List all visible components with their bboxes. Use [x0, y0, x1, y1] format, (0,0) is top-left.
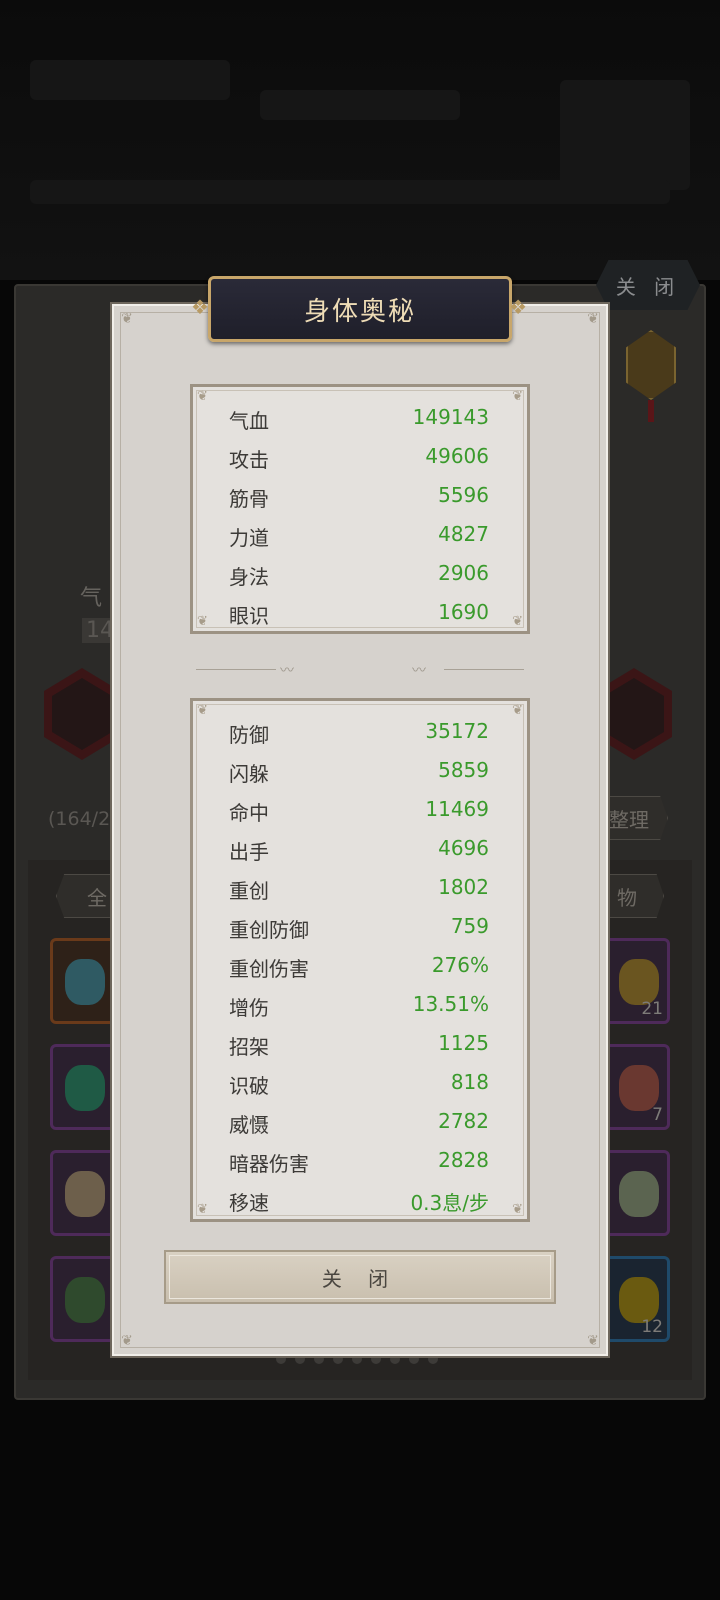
corner-ornament-icon: ❦	[587, 1333, 599, 1349]
inventory-slot[interactable]: 7	[604, 1044, 670, 1130]
inventory-slot[interactable]	[50, 1150, 116, 1236]
stat-row-hidden-weapon-damage: 暗器伤害 2828	[193, 1142, 527, 1181]
stat-row-strength: 力道 4827	[193, 516, 527, 555]
stat-value: 2828	[438, 1148, 489, 1172]
inventory-slot[interactable]	[50, 1256, 116, 1342]
stat-name: 攻击	[229, 448, 269, 472]
stat-value: 5596	[438, 483, 489, 507]
stat-name: 招架	[229, 1035, 269, 1059]
background-placeholder	[30, 60, 230, 100]
item-count: 21	[641, 999, 663, 1019]
stat-name: 增伤	[229, 996, 269, 1020]
jade-icon	[65, 1065, 105, 1111]
background-placeholder	[260, 90, 460, 120]
stat-value: 1125	[438, 1031, 489, 1055]
stat-row-hp: 气血 149143	[193, 399, 527, 438]
stat-row-speed: 出手 4696	[193, 830, 527, 869]
corner-ornament-icon: ❦	[121, 311, 133, 327]
dialog-title: 身体奥秘	[191, 276, 529, 342]
stat-name: 防御	[229, 723, 269, 747]
stat-name: 重创伤害	[229, 957, 309, 981]
background-close-button[interactable]: 关 闭	[596, 260, 700, 310]
stat-row-parry: 招架 1125	[193, 1025, 527, 1064]
secondary-stats-table: ❦ ❦ ❦ ❦ 防御 35172 闪躲 5859 命中 11469 出手 4696 重创…	[190, 698, 530, 1222]
corner-ornament-icon: ❦	[587, 311, 599, 327]
primary-stats-table: ❦ ❦ ❦ ❦ 气血 149143 攻击 49606 筋骨 5596 力道 4827 身…	[190, 384, 530, 634]
stat-name: 命中	[229, 801, 269, 825]
stat-name: 暗器伤害	[229, 1152, 309, 1176]
stat-name: 闪躲	[229, 762, 269, 786]
stat-row-dodge: 闪躲 5859	[193, 752, 527, 791]
stat-row-accuracy: 命中 11469	[193, 791, 527, 830]
divider-swirl-icon: 〰	[412, 663, 426, 679]
stat-value: 149143	[412, 405, 489, 429]
stat-row-move-speed: 移速 0.3息/步	[193, 1181, 527, 1220]
stat-row-constitution: 筋骨 5596	[193, 477, 527, 516]
stat-name: 威慑	[229, 1113, 269, 1137]
stat-row-critical-defense: 重创防御 759	[193, 908, 527, 947]
divider-line	[196, 669, 276, 670]
stat-value: 4696	[438, 836, 489, 860]
stat-value: 2906	[438, 561, 489, 585]
stat-value: 818	[450, 1070, 489, 1094]
stat-value: 35172	[425, 719, 489, 743]
stat-value: 11469	[425, 797, 489, 821]
stat-row-intimidation: 威慑 2782	[193, 1103, 527, 1142]
stat-row-critical-damage: 重创伤害 276%	[193, 947, 527, 986]
inventory-slot[interactable]	[50, 938, 116, 1024]
stat-row-damage-bonus: 增伤 13.51%	[193, 986, 527, 1025]
stat-value: 49606	[425, 444, 489, 468]
stat-row-attack: 攻击 49606	[193, 438, 527, 477]
stat-name: 移速	[229, 1191, 269, 1215]
stat-name: 筋骨	[229, 487, 269, 511]
stat-value: 1802	[438, 875, 489, 899]
stat-row-defense: 防御 35172	[193, 713, 527, 752]
orb-icon	[619, 1171, 659, 1217]
stat-value: 5859	[438, 758, 489, 782]
divider-line	[444, 669, 524, 670]
stat-row-critical: 重创 1802	[193, 869, 527, 908]
stat-name: 出手	[229, 840, 269, 864]
background-placeholder	[30, 180, 670, 204]
stat-row-see-through: 识破 818	[193, 1064, 527, 1103]
stat-value: 276%	[431, 953, 489, 977]
section-divider: 〰 〰	[196, 663, 524, 679]
gem-icon	[65, 959, 105, 1005]
herb-icon	[65, 1277, 105, 1323]
item-count: 7	[652, 1105, 663, 1125]
stat-row-insight: 眼识 1690	[193, 594, 527, 633]
stat-value: 2782	[438, 1109, 489, 1133]
inventory-slot[interactable]: 21	[604, 938, 670, 1024]
stat-name: 重创防御	[229, 918, 309, 942]
stat-value: 4827	[438, 522, 489, 546]
stat-name: 气血	[229, 409, 269, 433]
divider-swirl-icon: 〰	[280, 663, 294, 679]
inventory-slot[interactable]	[50, 1044, 116, 1130]
stat-value: 759	[450, 914, 489, 938]
hp-label: 气	[80, 586, 103, 611]
stat-row-agility: 身法 2906	[193, 555, 527, 594]
stat-name: 重创	[229, 879, 269, 903]
inventory-capacity: (164/2	[48, 808, 111, 830]
close-button[interactable]: 关 闭	[164, 1250, 556, 1304]
stat-name: 力道	[229, 526, 269, 550]
background-top-area	[0, 0, 720, 280]
corner-ornament-icon: ❦	[121, 1333, 133, 1349]
stat-value: 13.51%	[412, 992, 489, 1016]
stat-value: 1690	[438, 600, 489, 624]
background-placeholder	[560, 80, 690, 190]
stat-name: 身法	[229, 565, 269, 589]
stat-name: 眼识	[229, 604, 269, 628]
stat-value: 0.3息/步	[410, 1191, 489, 1215]
stat-name: 识破	[229, 1074, 269, 1098]
scroll-icon	[65, 1171, 105, 1217]
tassel-icon	[648, 400, 654, 422]
inventory-slot[interactable]: 12	[604, 1256, 670, 1342]
inventory-slot[interactable]	[604, 1150, 670, 1236]
item-count: 12	[641, 1317, 663, 1337]
